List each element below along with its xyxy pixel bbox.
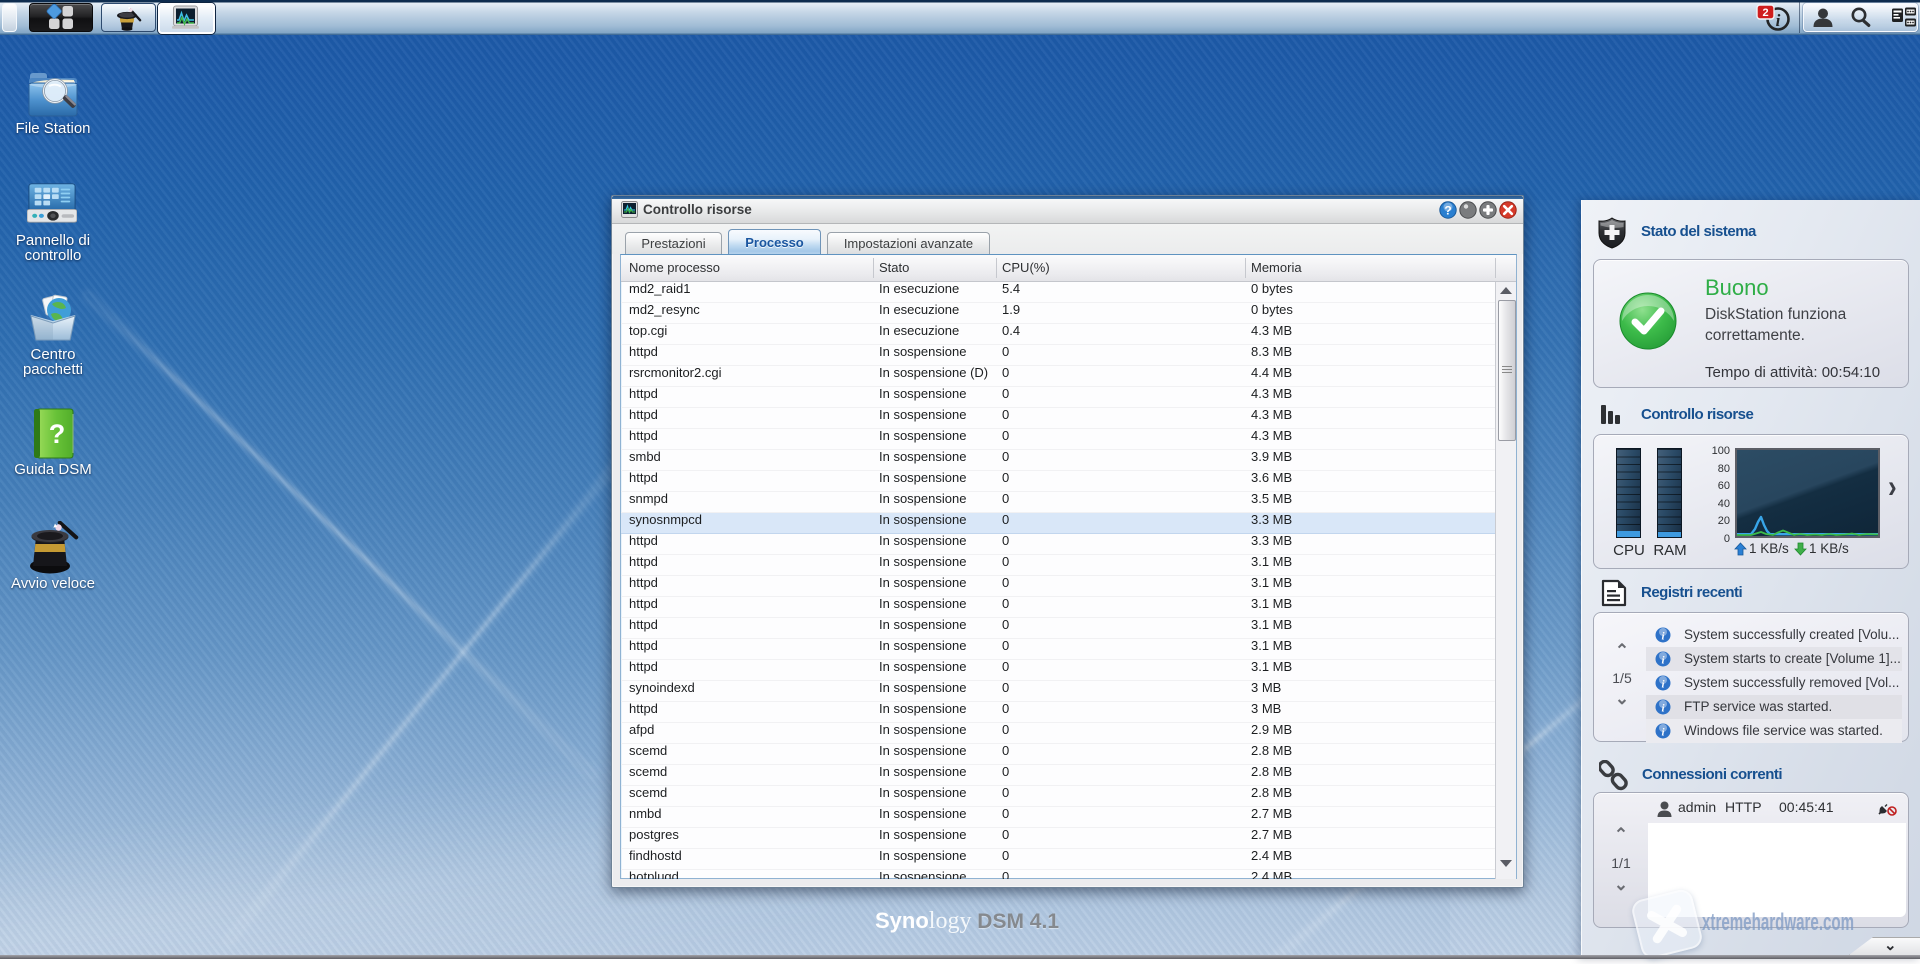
svg-text:?: ? (1444, 204, 1451, 218)
svg-text:i: i (1776, 11, 1781, 30)
svg-text:2: 2 (1762, 7, 1768, 19)
svg-text:?: ? (49, 419, 66, 449)
